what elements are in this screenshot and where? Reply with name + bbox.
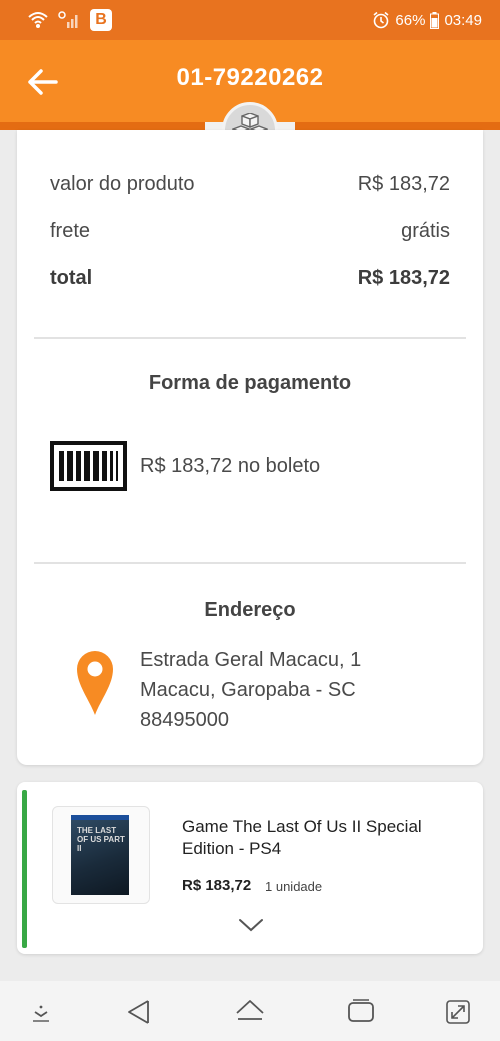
status-indicator [22,790,27,948]
location-pin-icon [77,651,113,715]
shipping-value: grátis [401,220,450,242]
shipping-row: frete grátis [50,220,450,243]
chevron-down-icon[interactable] [237,916,265,934]
product-value-label: valor do produto [50,173,195,195]
system-nav-bar [0,981,500,1041]
back-icon[interactable] [124,997,154,1027]
product-card[interactable]: THE LAST OF US PART II Game The Last Of … [17,782,483,954]
payment-text: R$ 183,72 no boleto [140,455,321,477]
total-label: total [50,267,93,289]
game-cover-image: THE LAST OF US PART II [71,815,129,895]
product-thumbnail[interactable]: THE LAST OF US PART II [52,806,150,904]
barcode-icon [50,441,127,491]
address-text: Estrada Geral Macacu, 1 Macacu, Garopaba… [140,645,361,735]
app-badge: B [90,9,112,31]
divider [34,562,466,564]
product-price: R$ 183,72 [182,877,252,894]
status-bar: B 66% 03:49 [0,0,500,40]
home-icon[interactable] [235,997,265,1027]
payment-title: Forma de pagamento [148,372,352,394]
battery-icon [430,11,440,29]
product-value-row: valor do produto R$ 183,72 [50,173,450,196]
total-value: R$ 183,72 [357,267,450,289]
address-title: Endereço [204,599,296,621]
shipping-label: frete [50,220,91,242]
product-name: Game The Last Of Us II Special Edition -… [182,817,422,858]
alarm-icon [373,11,389,29]
product-quantity: 1 unidade [265,879,323,894]
order-number-title: 01-79220262 [176,64,324,91]
status-left: B [28,9,112,31]
rotate-icon[interactable] [443,997,473,1027]
address-line: Macacu, Garopaba - SC [140,679,356,701]
signal-icon [58,11,78,28]
product-value: R$ 183,72 [357,173,450,195]
clock: 03:49 [444,11,482,29]
keyboard-hide-icon[interactable] [26,997,56,1027]
wifi-icon [28,12,48,28]
recents-icon[interactable] [346,997,376,1027]
total-row: total R$ 183,72 [50,267,450,290]
address-line: 88495000 [140,709,229,731]
order-summary-card: valor do produto R$ 183,72 frete grátis … [17,130,483,765]
status-right: 66% 03:49 [372,11,482,29]
divider [34,337,466,339]
address-line: Estrada Geral Macacu, 1 [140,649,362,671]
battery-percent: 66% [395,11,426,29]
